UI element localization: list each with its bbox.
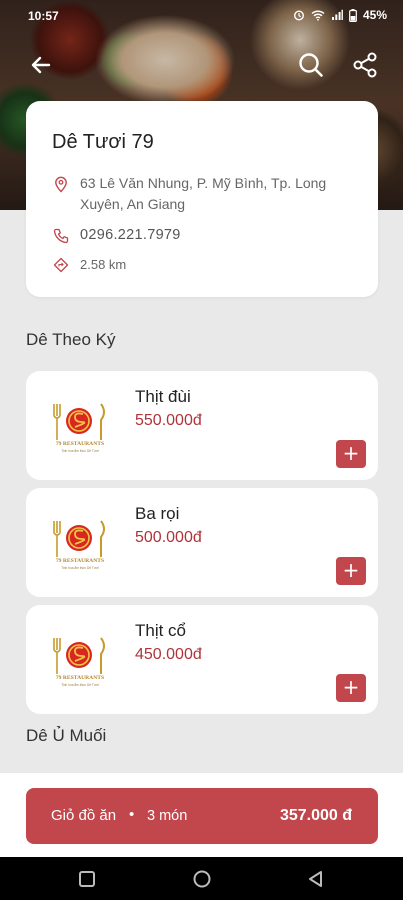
search-icon — [299, 53, 323, 77]
distance-row: 2.58 km — [52, 254, 126, 275]
product-name: Thịt đùi — [135, 387, 191, 406]
status-time: 10:57 — [28, 9, 59, 23]
battery-level: 45% — [362, 8, 387, 22]
product-price: 550.000đ — [135, 412, 202, 429]
status-icons: 45% — [293, 8, 387, 22]
product-card[interactable]: 79 RESTAURANTS Tinh hoa ẩm thực Dê Tươi … — [26, 371, 378, 480]
svg-text:Tinh hoa ẩm thực Dê Tươi: Tinh hoa ẩm thực Dê Tươi — [61, 566, 99, 570]
restaurant-info-card: Dê Tươi 79 63 Lê Văn Nhung, P. Mỹ Bình, … — [26, 101, 378, 297]
back-arrow-icon — [31, 56, 51, 74]
add-to-cart-button[interactable]: + — [336, 674, 366, 702]
phone-text: 0296.221.7979 — [80, 227, 181, 243]
cart-label: Giỏ đồ ăn — [51, 807, 117, 824]
product-price: 450.000đ — [135, 646, 202, 663]
restaurant-logo: 79 RESTAURANTS Tinh hoa ẩm thực Dê Tươi — [53, 403, 105, 453]
wifi-icon — [311, 10, 325, 21]
share-icon — [353, 52, 377, 78]
svg-text:79 RESTAURANTS: 79 RESTAURANTS — [56, 558, 104, 564]
alarm-icon — [293, 10, 304, 21]
back-button[interactable] — [26, 50, 56, 80]
restaurant-name: Dê Tươi 79 — [52, 131, 154, 153]
add-to-cart-button[interactable]: + — [336, 440, 366, 468]
recent-apps-icon[interactable] — [77, 869, 97, 889]
add-to-cart-button[interactable]: + — [336, 557, 366, 585]
product-card[interactable]: 79 RESTAURANTS Tinh hoa ẩm thực Dê Tươi … — [26, 605, 378, 714]
address-text: 63 Lê Văn Nhung, P. Mỹ Bình, Tp. Long Xu… — [80, 175, 327, 212]
status-bar: 10:57 45% — [0, 0, 403, 32]
product-name: Thịt cổ — [135, 621, 187, 640]
svg-text:Tinh hoa ẩm thực Dê Tươi: Tinh hoa ẩm thực Dê Tươi — [61, 683, 99, 687]
location-pin-icon — [55, 176, 67, 193]
distance-icon — [53, 257, 69, 273]
svg-text:79 RESTAURANTS: 79 RESTAURANTS — [56, 441, 104, 447]
phone-row[interactable]: 0296.221.7979 — [52, 225, 181, 246]
nav-back-icon[interactable] — [306, 869, 326, 889]
section-title: Dê Theo Ký — [26, 330, 116, 349]
cart-item-count: 3 món — [147, 808, 188, 824]
product-card[interactable]: 79 RESTAURANTS Tinh hoa ẩm thực Dê Tươi … — [26, 488, 378, 597]
battery-icon — [349, 8, 357, 22]
restaurant-logo: 79 RESTAURANTS Tinh hoa ẩm thực Dê Tươi — [53, 520, 105, 570]
home-icon[interactable] — [192, 869, 212, 889]
cart-separator: • — [129, 806, 135, 823]
phone-icon — [53, 228, 69, 244]
product-price: 500.000đ — [135, 529, 202, 546]
section-title: Dê Ủ Muối — [26, 726, 107, 745]
signal-icon — [331, 9, 343, 20]
share-button[interactable] — [350, 50, 380, 80]
search-button[interactable] — [296, 50, 326, 80]
cart-button[interactable]: Giỏ đồ ăn • 3 món 357.000 đ — [26, 788, 378, 844]
product-name: Ba rọi — [135, 504, 180, 523]
svg-text:Tinh hoa ẩm thực Dê Tươi: Tinh hoa ẩm thực Dê Tươi — [61, 449, 99, 453]
address-row[interactable]: 63 Lê Văn Nhung, P. Mỹ Bình, Tp. Long Xu… — [52, 173, 362, 215]
restaurant-logo: 79 RESTAURANTS Tinh hoa ẩm thực Dê Tươi — [53, 637, 105, 687]
system-navigation-bar — [0, 857, 403, 900]
distance-text: 2.58 km — [80, 257, 127, 272]
svg-text:79 RESTAURANTS: 79 RESTAURANTS — [56, 675, 104, 681]
cart-total: 357.000 đ — [279, 807, 352, 824]
